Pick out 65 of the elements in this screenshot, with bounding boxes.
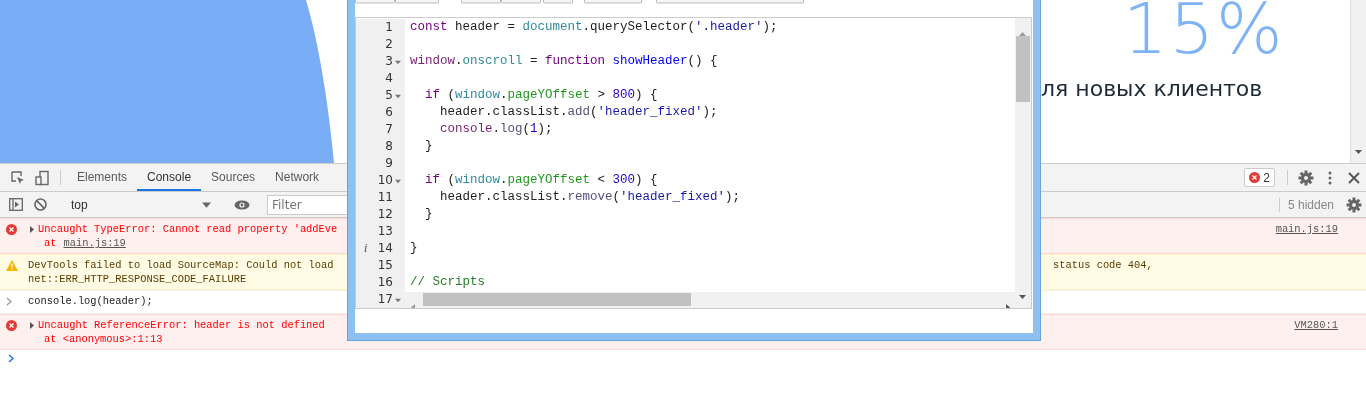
line-number: 2 (385, 36, 393, 53)
devtools-tab[interactable]: Network (265, 164, 330, 191)
chevron-icon (6, 297, 13, 306)
hidden-count: 5 hidden (1278, 197, 1342, 212)
line-number: 13 (377, 223, 393, 240)
code-editor[interactable] (355, 17, 1032, 309)
caret-icon (202, 200, 211, 209)
source-link[interactable]: main.js:19 (63, 236, 126, 250)
line-number: 1 (385, 19, 393, 36)
code-line: } (424, 138, 434, 155)
message-text: status code 404, (1053, 258, 1153, 272)
scrollbar-thumb[interactable] (1016, 36, 1030, 102)
line-number: 10 (377, 172, 393, 189)
subtitle: ля новых клиентов (1041, 76, 1263, 101)
fold-caret-icon (395, 296, 401, 303)
line-number: 5 (385, 87, 393, 104)
code-line: window.onscroll = function showHeader() { (409, 53, 719, 70)
line-number: 8 (385, 138, 393, 155)
source-link[interactable]: VM280:1 (1294, 318, 1338, 346)
prompt-icon (8, 354, 15, 363)
fold-caret-icon (395, 177, 401, 184)
code-line: header.classList.remove('header_fixed'); (439, 189, 742, 206)
stack-trace-text: at <anonymous>:1:13 (44, 332, 163, 346)
error-icon (6, 224, 17, 235)
message-text: DevTools failed to load SourceMap: Could not load (28, 258, 334, 272)
message-text: Uncaught TypeError: Cannot read property 'addEve (38, 222, 338, 236)
fold-caret-icon (395, 58, 401, 65)
code-line: console.log(1); (439, 121, 554, 138)
line-number: 14 (377, 240, 393, 257)
line-number: 7 (385, 121, 393, 138)
line-number: 3 (385, 53, 393, 70)
warning-icon (6, 260, 18, 271)
code-line: if (window.pageYOffset > 800) { (424, 87, 659, 104)
message-text: net::ERR_HTTP_RESPONSE_CODE_FAILURE (28, 272, 247, 286)
scroll-down-icon (1355, 148, 1362, 155)
headline: 15% (1123, 0, 1285, 64)
source-link[interactable]: main.js:19 (1275, 222, 1338, 250)
code-line: // Scripts (409, 274, 486, 291)
error-icon (6, 320, 17, 331)
code-line: const header = document.querySelector('.header'); (409, 19, 779, 36)
scrollbar-thumb[interactable] (423, 293, 691, 306)
code-line: if (window.pageYOffset < 300) { (424, 172, 659, 189)
scroll-down-icon (1019, 293, 1026, 300)
code-line: } (409, 240, 419, 257)
scrollbar[interactable] (1015, 18, 1031, 308)
code-line: } (424, 206, 434, 223)
line-number: 4 (385, 70, 393, 87)
expand-triangle-icon (28, 225, 35, 233)
code-line: header.classList.add('header_fixed'); (439, 104, 719, 121)
line-number: 15 (377, 257, 393, 274)
stack-trace-text: at (44, 236, 57, 250)
fold-caret-icon (395, 92, 401, 99)
line-number: 17 (377, 291, 393, 308)
message-text: Uncaught ReferenceError: header is not defined (38, 318, 325, 332)
line-number: 6 (385, 104, 393, 121)
line-number: 9 (385, 155, 393, 172)
devtools-tab[interactable]: Elements (67, 164, 138, 191)
expand-triangle-icon (28, 321, 35, 329)
line-number: 16 (377, 274, 393, 291)
devtools-tab[interactable]: Sources (201, 164, 266, 191)
context-select[interactable]: top (65, 197, 217, 212)
scrollbar[interactable] (1350, 0, 1366, 163)
message-text: console.log(header); (28, 294, 153, 308)
info-marker: i (364, 241, 368, 257)
error-count-badge[interactable]: 2 (1244, 168, 1275, 187)
